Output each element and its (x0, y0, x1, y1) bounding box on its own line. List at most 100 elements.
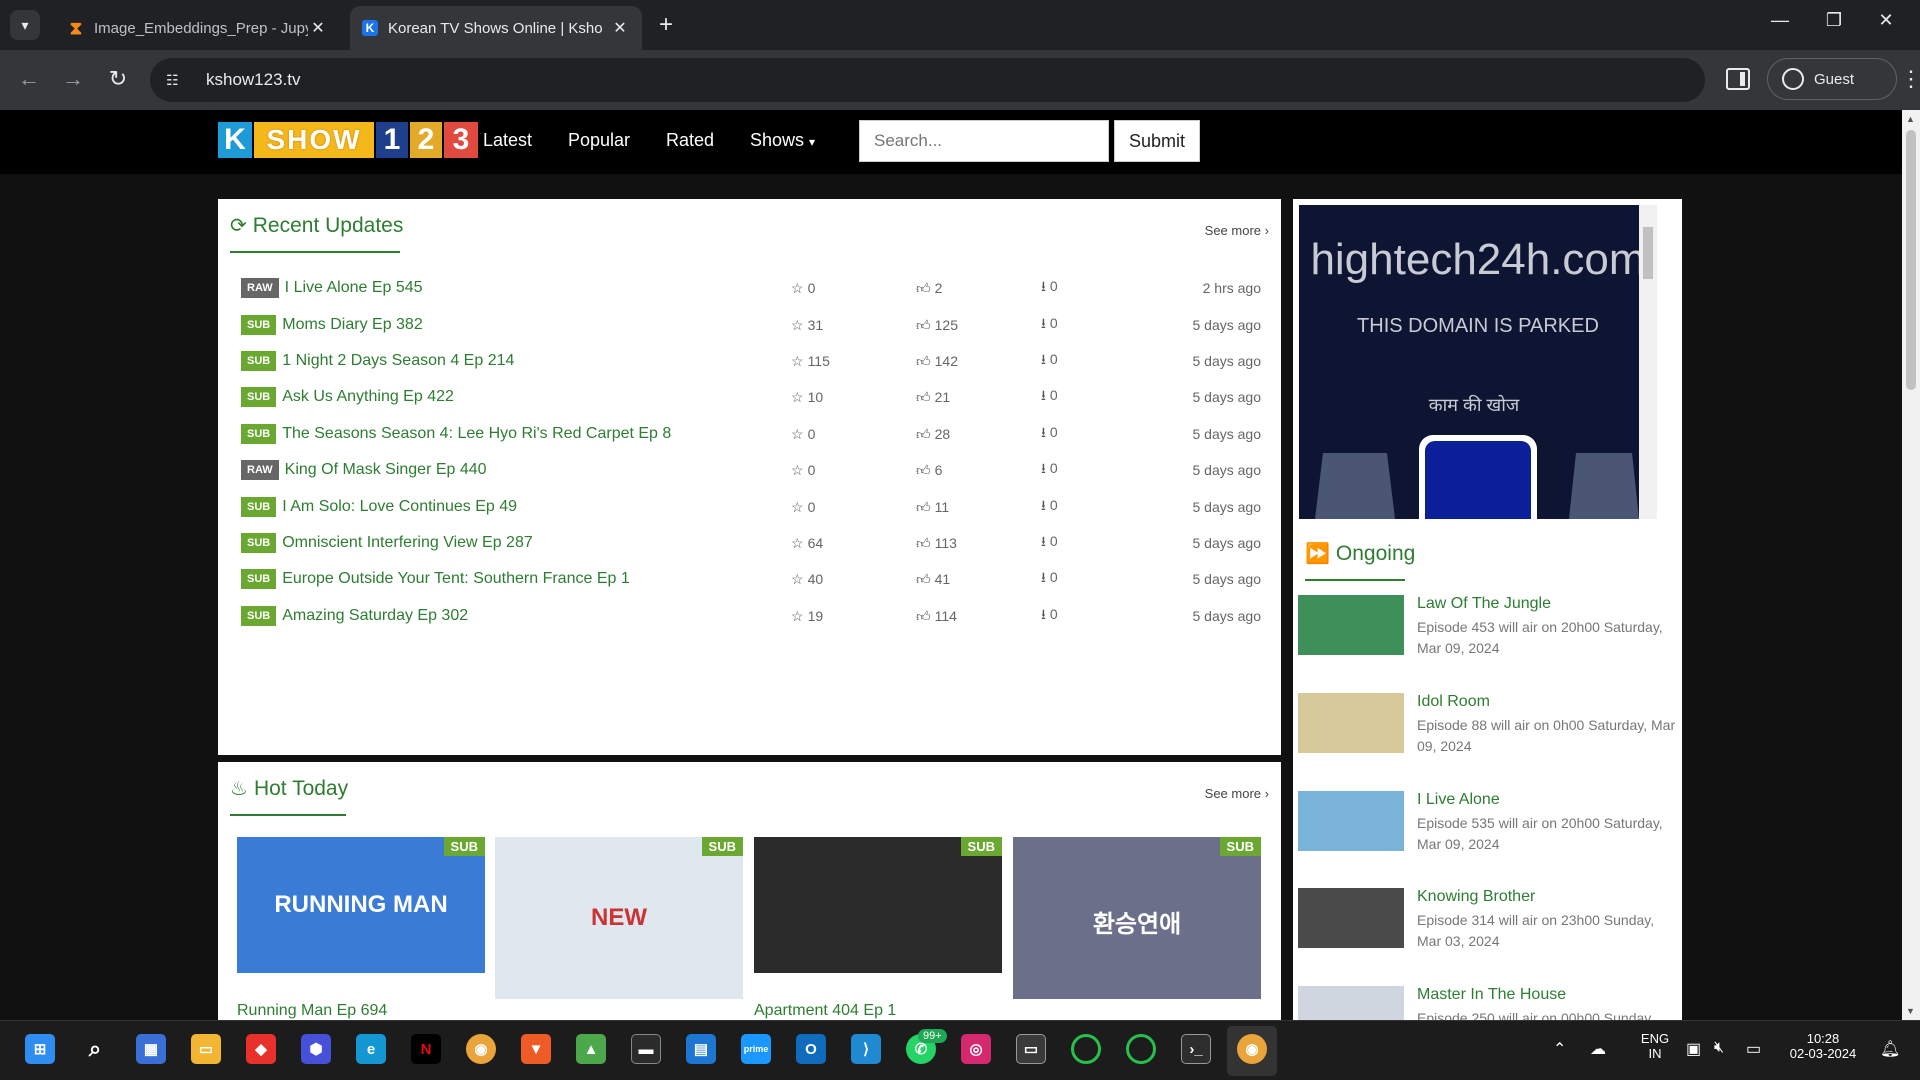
close-window-icon[interactable]: ✕ (1866, 10, 1906, 31)
window-app-icon[interactable]: ▭ (1016, 1034, 1046, 1064)
reload-icon[interactable]: ↻ (103, 66, 133, 92)
image-app-icon[interactable]: ▲ (576, 1034, 606, 1064)
search-input[interactable] (859, 120, 1109, 162)
side-panel-icon[interactable] (1726, 68, 1750, 90)
clock[interactable]: 10:28 02-03-2024 (1778, 1031, 1868, 1061)
mute-icon[interactable]: 🔇︎ (1714, 1039, 1724, 1057)
terminal-icon[interactable]: ▬ (631, 1034, 661, 1064)
show-poster[interactable]: NEW SUB (495, 837, 743, 999)
hot-show-card[interactable]: 환승연애 SUB (1013, 837, 1261, 999)
table-row[interactable]: RAW I Live Alone Ep 545 ☆ 0 👍︎ 2 ⭳ 0 2 hrs ago (241, 273, 1261, 303)
vscode-icon[interactable]: ⟩ (851, 1034, 881, 1064)
brave-icon[interactable]: ▼ (521, 1034, 551, 1064)
nav-latest[interactable]: Latest (483, 130, 532, 151)
episode-title-link[interactable]: Amazing Saturday Ep 302 (282, 607, 468, 625)
table-row[interactable]: RAW King Of Mask Singer Ep 440 ☆ 0 👍︎ 6 ⭳ 0 5 da… (241, 455, 1261, 485)
show-poster[interactable]: SUB (754, 837, 1002, 973)
close-tab-icon[interactable]: ✕ (610, 18, 630, 38)
ad-scrollbar[interactable] (1639, 205, 1657, 519)
profile-button[interactable]: Guest (1767, 58, 1897, 100)
terminal-2-icon[interactable]: ›_ (1181, 1034, 1211, 1064)
store-icon[interactable]: ▦ (136, 1034, 166, 1064)
address-bar[interactable]: ☷ kshow123.tv (150, 58, 1705, 102)
episode-title-link[interactable]: King Of Mask Singer Ep 440 (285, 461, 487, 479)
scroll-up-icon[interactable]: ▲ (1906, 114, 1915, 124)
edge-icon[interactable]: e (356, 1034, 386, 1064)
ongoing-item[interactable]: I Live Alone Episode 535 will air on 20h0… (1298, 791, 1678, 881)
nav-shows[interactable]: Shows ▾ (750, 130, 815, 151)
ongoing-name-link[interactable]: I Live Alone (1417, 791, 1500, 809)
restore-icon[interactable]: ❐ (1814, 10, 1854, 31)
ongoing-item[interactable]: Idol Room Episode 88 will air on 0h00 Sat… (1298, 693, 1678, 783)
show-caption-link[interactable]: Apartment 404 Ep 1 (754, 1002, 896, 1020)
show-poster[interactable]: 환승연애 SUB (1013, 837, 1261, 999)
table-row[interactable]: SUB The Seasons Season 4: Lee Hyo Ri's Re… (241, 419, 1261, 449)
show-caption-link[interactable]: Running Man Ep 694 (237, 1002, 387, 1020)
minimize-icon[interactable]: — (1760, 10, 1800, 31)
tab-search-button[interactable]: ▾ (10, 10, 40, 40)
start-icon[interactable]: ⊞ (25, 1034, 55, 1064)
table-row[interactable]: SUB Moms Diary Ep 382 ☆ 31 👍︎ 125 ⭳ 0 5 days ago (241, 310, 1261, 340)
notification-bell-icon[interactable]: 🔔︎ (1880, 1039, 1900, 1059)
ongoing-name-link[interactable]: Knowing Brother (1417, 888, 1535, 906)
close-tab-icon[interactable]: ✕ (308, 18, 328, 38)
ongoing-thumbnail[interactable] (1298, 791, 1404, 851)
ongoing-thumbnail[interactable] (1298, 693, 1404, 753)
network-icon[interactable]: ▣ (1686, 1039, 1701, 1059)
hot-show-card[interactable]: NEW SUB (495, 837, 743, 999)
tab-jupyter[interactable]: ⧗ Image_Embeddings_Prep - Jupy ✕ (56, 6, 340, 50)
nav-popular[interactable]: Popular (568, 130, 630, 151)
url-text[interactable]: kshow123.tv (206, 70, 301, 90)
chrome-active-icon[interactable]: ◉ (1237, 1034, 1267, 1064)
ongoing-thumbnail[interactable] (1298, 595, 1404, 655)
ongoing-thumbnail[interactable] (1298, 888, 1404, 948)
ongoing-name-link[interactable]: Master In The House (1417, 986, 1566, 1004)
ongoing-thumbnail[interactable] (1298, 986, 1404, 1020)
new-tab-button[interactable]: + (652, 12, 680, 40)
episode-title-link[interactable]: I Am Solo: Love Continues Ep 49 (282, 498, 517, 516)
episode-title-link[interactable]: Moms Diary Ep 382 (282, 316, 423, 334)
episode-title-link[interactable]: Omniscient Interfering View Ep 287 (282, 534, 533, 552)
table-row[interactable]: SUB 1 Night 2 Days Season 4 Ep 214 ☆ 115 👍︎ 1… (241, 346, 1261, 376)
site-info-icon[interactable]: ☷ (166, 72, 188, 89)
page-scroll-thumb[interactable] (1906, 130, 1916, 390)
app-blue-icon[interactable]: ▤ (686, 1034, 716, 1064)
instagram-icon[interactable]: ◎ (961, 1034, 991, 1064)
episode-title-link[interactable]: I Live Alone Ep 545 (285, 279, 423, 297)
episode-title-link[interactable]: Ask Us Anything Ep 422 (282, 388, 454, 406)
tab-kshow[interactable]: K Korean TV Shows Online | Ksho ✕ (350, 6, 642, 50)
netflix-icon[interactable]: N (411, 1034, 441, 1064)
ongoing-item[interactable]: Knowing Brother Episode 314 will air on 2… (1298, 888, 1678, 978)
ongoing-name-link[interactable]: Idol Room (1417, 693, 1490, 711)
language-indicator[interactable]: ENG IN (1635, 1031, 1675, 1061)
outlook-icon[interactable]: O (796, 1034, 826, 1064)
table-row[interactable]: SUB Omniscient Interfering View Ep 287 ☆ 64… (241, 528, 1261, 558)
battery-icon[interactable]: ▭ (1746, 1039, 1761, 1059)
table-row[interactable]: SUB Ask Us Anything Ep 422 ☆ 10 👍︎ 21 ⭳ 0 5 days… (241, 382, 1261, 412)
ongoing-name-link[interactable]: Law Of The Jungle (1417, 595, 1551, 613)
episode-title-link[interactable]: The Seasons Season 4: Lee Hyo Ri's Red C… (282, 425, 671, 443)
ongoing-item[interactable]: Master In The House Episode 250 will air … (1298, 986, 1678, 1020)
hot-show-card[interactable]: SUB Apartment 404 Ep 1 (754, 837, 1002, 1019)
tray-chevron-up-icon[interactable]: ⌃ (1553, 1039, 1566, 1059)
ring-app-icon[interactable] (1071, 1034, 1101, 1064)
ring-app-2-icon[interactable] (1126, 1034, 1156, 1064)
forward-icon[interactable]: → (58, 66, 88, 92)
page-scrollbar[interactable]: ▲ ▼ (1902, 110, 1920, 1020)
prime-video-icon[interactable]: prime (741, 1034, 771, 1064)
ongoing-item[interactable]: Law Of The Jungle Episode 453 will air on… (1298, 595, 1678, 685)
nav-rated[interactable]: Rated (666, 130, 714, 151)
ad-scroll-thumb[interactable] (1643, 227, 1653, 279)
search-icon[interactable]: ⌕ (80, 1034, 110, 1064)
table-row[interactable]: SUB Amazing Saturday Ep 302 ☆ 19 👍︎ 114 ⭳ 0 5 da… (241, 601, 1261, 631)
table-row[interactable]: SUB I Am Solo: Love Continues Ep 49 ☆ 0 👍︎ 11… (241, 492, 1261, 522)
scroll-down-icon[interactable]: ▼ (1906, 1006, 1915, 1016)
recent-see-more-link[interactable]: See more › (1205, 223, 1269, 238)
show-poster[interactable]: RUNNING MAN SUB (237, 837, 485, 973)
hot-see-more-link[interactable]: See more › (1205, 786, 1269, 801)
parked-domain-ad[interactable]: hightech24h.com THIS DOMAIN IS PARKED का… (1299, 205, 1657, 519)
submit-button[interactable]: Submit (1114, 120, 1200, 162)
app-red-icon[interactable]: ◆ (246, 1034, 276, 1064)
site-logo[interactable]: K SHOW 1 2 3 (218, 122, 478, 158)
browser-menu-icon[interactable]: ⋮ (1900, 66, 1920, 92)
